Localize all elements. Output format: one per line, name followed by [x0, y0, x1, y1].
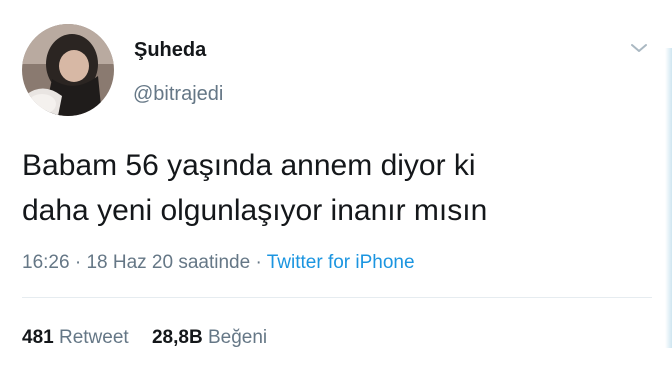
avatar-image	[22, 24, 114, 116]
tweet-date[interactable]: 18 Haz 20 saatinde	[86, 252, 250, 273]
meta-separator: ·	[255, 252, 262, 273]
avatar[interactable]	[22, 24, 114, 116]
meta-separator: ·	[74, 252, 82, 273]
tweet-text-line: daha yeni olgunlaşıyor inanır mısın	[22, 194, 488, 227]
retweets-stat[interactable]: 481 Retweet	[22, 327, 134, 348]
tweet-stats: 481 Retweet 28,8B Beğeni	[22, 326, 285, 350]
likes-stat[interactable]: 28,8B Beğeni	[152, 327, 267, 348]
divider	[22, 297, 652, 298]
tweet-meta: 16:26 · 18 Haz 20 saatinde · Twitter for…	[22, 251, 415, 275]
retweets-count: 481	[22, 327, 54, 348]
user-handle[interactable]: @bitrajedi	[133, 82, 223, 106]
display-name[interactable]: Şuheda	[134, 38, 206, 62]
likes-count: 28,8B	[151, 327, 203, 348]
chevron-down-icon[interactable]	[628, 40, 650, 56]
tweet-source-link[interactable]: Twitter for iPhone	[267, 252, 415, 273]
retweets-label: Retweet	[58, 327, 129, 348]
scroll-edge	[665, 48, 672, 348]
tweet-card: Şuheda @bitrajedi Babam 56 yaşında annem…	[0, 0, 672, 378]
likes-label: Beğeni	[207, 327, 268, 348]
tweet-text: Babam 56 yaşında annem diyor ki daha yen…	[22, 143, 652, 233]
tweet-time[interactable]: 16:26	[22, 252, 70, 273]
tweet-text-line: Babam 56 yaşında annem diyor ki	[22, 149, 476, 182]
